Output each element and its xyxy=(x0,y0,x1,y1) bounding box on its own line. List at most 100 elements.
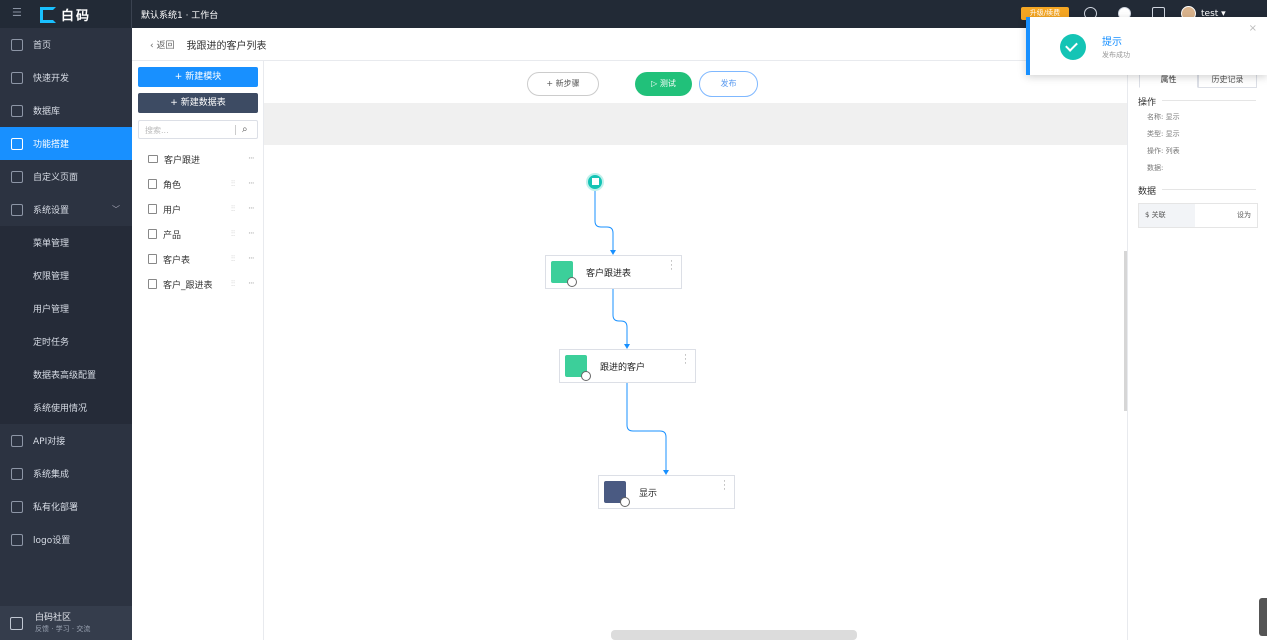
sidebar-item-custom-page[interactable]: 自定义页面 xyxy=(0,160,132,193)
close-icon[interactable]: × xyxy=(1249,23,1257,34)
sidebar-item-private-deploy[interactable]: 私有化部署 xyxy=(0,490,132,523)
tune-icon[interactable]: ⫶⫶ xyxy=(231,279,235,289)
tree-table-item[interactable]: 用户 ⫶⫶ ··· xyxy=(148,198,262,220)
page-title: 我跟进的客户列表 xyxy=(186,40,267,52)
sidebar-item-scheduled-tasks[interactable]: 定时任务 xyxy=(0,325,132,358)
notification-toast: 提示 发布成功 × xyxy=(1026,17,1267,75)
flow-node[interactable]: 跟进的客户 · · · xyxy=(559,349,696,383)
community-title: 白码社区 xyxy=(35,612,72,623)
search-placeholder: 搜索... xyxy=(145,126,169,135)
new-module-button[interactable]: + 新建模块 xyxy=(138,67,258,87)
toast-message: 发布成功 xyxy=(1102,51,1130,59)
search-icon[interactable]: ⌕ xyxy=(242,124,248,135)
sidebar-item-integration[interactable]: 系统集成 xyxy=(0,457,132,490)
more-icon[interactable]: ··· xyxy=(248,204,255,214)
flag-icon xyxy=(592,178,599,185)
section-title: 数据 xyxy=(1138,187,1157,197)
layers-icon xyxy=(11,467,23,480)
new-table-button[interactable]: + 新建数据表 xyxy=(138,93,258,113)
tune-icon[interactable]: ⫶⫶ xyxy=(231,179,235,189)
node-menu-icon[interactable]: · · · xyxy=(670,258,673,275)
tree-item-label: 客户_跟进表 xyxy=(163,280,213,291)
menu-toggle-icon[interactable]: ☰ xyxy=(12,7,23,18)
settings-icon xyxy=(11,203,23,216)
tree-table-item[interactable]: 角色 ⫶⫶ ··· xyxy=(148,173,262,195)
tree-table-item[interactable]: 客户表 ⫶⫶ ··· xyxy=(148,248,262,270)
sidebar-item-label: 权限管理 xyxy=(33,272,70,282)
sidebar-item-label: 菜单管理 xyxy=(33,239,70,249)
home-icon xyxy=(11,38,23,51)
sidebar-item-label: 用户管理 xyxy=(33,305,70,315)
prop-name: 名称: 显示 xyxy=(1147,113,1180,121)
check-icon xyxy=(1065,39,1078,52)
more-icon[interactable]: ··· xyxy=(248,154,255,164)
success-icon xyxy=(1060,34,1086,60)
sidebar-item-system-usage[interactable]: 系统使用情况 xyxy=(0,391,132,424)
api-icon xyxy=(11,434,23,447)
table-icon xyxy=(148,179,157,189)
sidebar-item-function-build[interactable]: 功能搭建 xyxy=(0,127,132,160)
window-title: 默认系统1 · 工作台 xyxy=(141,11,219,21)
flow-node[interactable]: 显示 · · · xyxy=(598,475,735,509)
sidebar-item-user-mgmt[interactable]: 用户管理 xyxy=(0,292,132,325)
more-icon[interactable]: ··· xyxy=(248,229,255,239)
sidebar-item-label: API对接 xyxy=(33,437,66,447)
tree-search-input[interactable]: 搜索... ⌕ xyxy=(138,120,258,139)
tree-table-item[interactable]: 客户_跟进表 ⫶⫶ ··· xyxy=(148,273,262,295)
tree-table-item[interactable]: 产品 ⫶⫶ ··· xyxy=(148,223,262,245)
sidebar-item-system-settings[interactable]: 系统设置 ﹀ xyxy=(0,193,132,226)
community-link[interactable]: 白码社区 反馈 · 学习 · 交流 xyxy=(0,606,132,640)
horizontal-scrollbar[interactable] xyxy=(611,630,857,640)
section-operation: 操作 xyxy=(1138,95,1258,108)
flow-canvas[interactable]: + 新步骤 ▷ 测试 发布 客户跟进表 · · · 跟进的客户 · · · 显示 · · · xyxy=(264,61,1127,640)
brand-logo[interactable]: 白码 xyxy=(40,5,91,24)
sidebar-item-label: 功能搭建 xyxy=(33,140,70,150)
sidebar: 首页 快速开发 数据库 功能搭建 自定义页面 系统设置 ﹀ 菜单管理 权限管理 用… xyxy=(0,28,132,640)
table-icon xyxy=(148,279,157,289)
properties-panel: 属性 历史记录 操作 名称: 显示 类型: 显示 操作: 列表 数据: 数据 $… xyxy=(1127,61,1267,640)
node-menu-icon[interactable]: · · · xyxy=(684,352,687,369)
logo-mark-icon xyxy=(40,6,56,23)
page-icon xyxy=(11,170,23,183)
tune-icon[interactable]: ⫶⫶ xyxy=(231,254,235,264)
more-icon[interactable]: ··· xyxy=(248,254,255,264)
sidebar-item-menu-mgmt[interactable]: 菜单管理 xyxy=(0,226,132,259)
relation-row[interactable]: $ 关联 设为 xyxy=(1138,203,1258,228)
relation-set-button[interactable]: 设为 xyxy=(1195,204,1257,227)
sidebar-item-logo-settings[interactable]: logo设置 xyxy=(0,523,132,556)
tree-folder-item[interactable]: 客户跟进 ··· xyxy=(148,148,262,170)
flow-node-label: 显示 xyxy=(639,488,658,499)
tune-icon[interactable]: ⫶⫶ xyxy=(231,229,235,239)
prop-type: 类型: 显示 xyxy=(1147,130,1180,138)
back-link[interactable]: ‹ 返回 xyxy=(150,38,174,51)
brand-name: 白码 xyxy=(61,9,92,24)
flow-start-node[interactable] xyxy=(586,173,604,191)
divider xyxy=(1162,100,1256,101)
display-list-icon xyxy=(604,481,630,507)
tune-icon[interactable]: ⫶⫶ xyxy=(231,204,235,214)
sidebar-item-label: 系统使用情况 xyxy=(33,404,88,414)
list-badge-icon xyxy=(620,497,630,507)
build-icon xyxy=(11,137,23,150)
more-icon[interactable]: ··· xyxy=(248,179,255,189)
sidebar-item-label: 定时任务 xyxy=(33,338,70,348)
node-menu-icon[interactable]: · · · xyxy=(723,478,726,495)
prop-data: 数据: xyxy=(1147,164,1164,172)
flow-node-label: 跟进的客户 xyxy=(600,362,646,373)
divider xyxy=(1162,189,1256,190)
sidebar-item-table-advanced[interactable]: 数据表高级配置 xyxy=(0,358,132,391)
sidebar-item-database[interactable]: 数据库 xyxy=(0,94,132,127)
tree-item-label: 角色 xyxy=(163,180,182,191)
sidebar-item-api[interactable]: API对接 xyxy=(0,424,132,457)
sidebar-item-label: 系统集成 xyxy=(33,470,70,480)
more-icon[interactable]: ··· xyxy=(248,279,255,289)
table-link-icon xyxy=(565,355,591,381)
sidebar-item-label: 自定义页面 xyxy=(33,173,79,183)
flow-node[interactable]: 客户跟进表 · · · xyxy=(545,255,682,289)
sidebar-item-quick-dev[interactable]: 快速开发 xyxy=(0,61,132,94)
sidebar-item-permission-mgmt[interactable]: 权限管理 xyxy=(0,259,132,292)
side-handle[interactable] xyxy=(1259,598,1267,636)
sidebar-item-home[interactable]: 首页 xyxy=(0,28,132,61)
section-data: 数据 xyxy=(1138,184,1258,197)
community-subtitle: 反馈 · 学习 · 交流 xyxy=(35,624,91,633)
